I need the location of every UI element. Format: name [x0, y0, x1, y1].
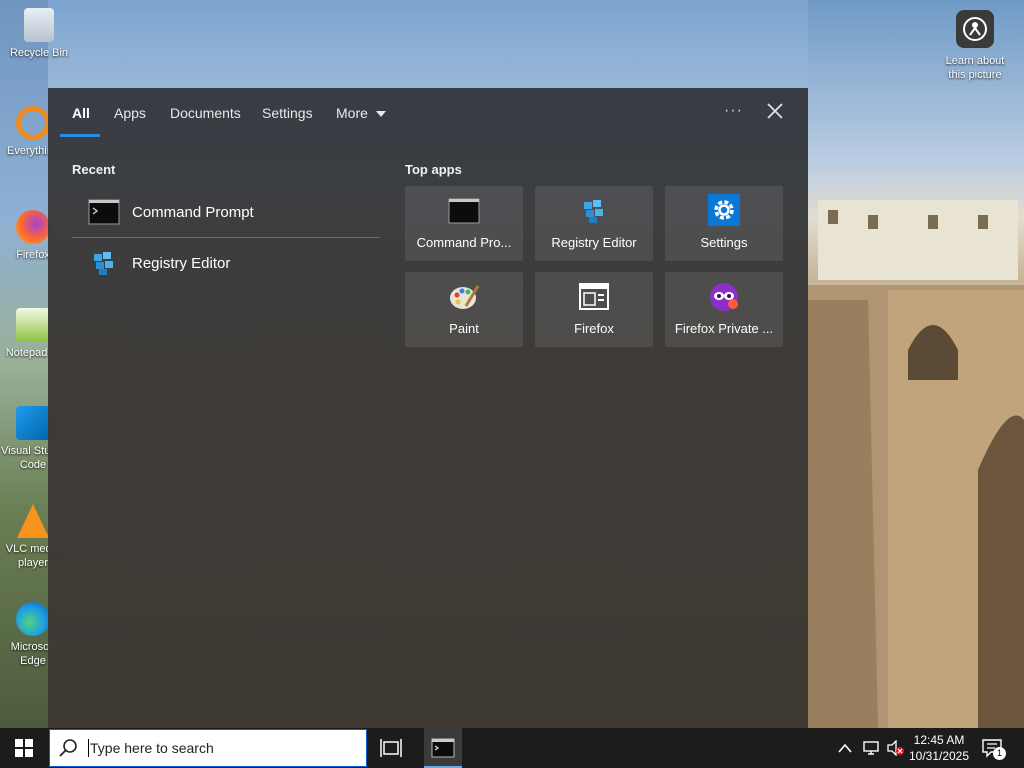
tile-label: Settings: [700, 235, 748, 250]
magnifier-icon: [16, 106, 50, 140]
volume-muted-icon[interactable]: [886, 740, 904, 756]
system-tray: [838, 728, 904, 768]
registry-icon: [94, 252, 113, 275]
top-app-firefox[interactable]: Firefox: [535, 272, 653, 347]
vlc-icon: [17, 504, 49, 538]
tile-label: Command Pro...: [416, 235, 512, 250]
registry-icon: [584, 200, 603, 223]
active-tab-indicator: [60, 134, 100, 137]
search-tabs: All Apps Documents Settings More ···: [48, 88, 808, 138]
network-icon[interactable]: [862, 740, 880, 756]
firefox-icon: [16, 210, 50, 244]
taskbar-command-prompt[interactable]: [424, 728, 462, 768]
more-options-icon[interactable]: ···: [724, 102, 743, 120]
chevron-down-icon: [375, 111, 386, 117]
search-icon: [59, 739, 77, 757]
start-button[interactable]: [0, 728, 48, 768]
learn-about-picture[interactable]: Learn about this picture: [938, 10, 1012, 82]
tab-more[interactable]: More: [336, 105, 386, 121]
notepadpp-icon: [16, 308, 50, 342]
cmd-icon: [431, 738, 455, 758]
tab-more-label: More: [336, 105, 368, 121]
desktop-icon-recycle-bin[interactable]: Recycle Bin: [4, 8, 74, 60]
recent-item-command-prompt[interactable]: Command Prompt: [88, 196, 378, 228]
top-app-firefox-private[interactable]: Firefox Private ...: [665, 272, 783, 347]
taskbar-search-box[interactable]: Type here to search: [49, 729, 367, 767]
taskbar: Type here to search 12:45 AM 10/31/2025 …: [0, 728, 1024, 768]
top-app-registry-editor[interactable]: Registry Editor: [535, 186, 653, 261]
chevron-up-icon[interactable]: [838, 743, 852, 753]
top-app-settings[interactable]: Settings: [665, 186, 783, 261]
firefox-icon: [579, 283, 609, 310]
text-caret: [88, 739, 89, 757]
recent-item-registry-editor[interactable]: Registry Editor: [88, 247, 378, 279]
tab-apps[interactable]: Apps: [114, 105, 146, 121]
recent-item-label: Command Prompt: [132, 203, 254, 221]
wallpaper-right: [808, 0, 1024, 728]
top-app-paint[interactable]: Paint: [405, 272, 523, 347]
task-view-icon[interactable]: [378, 736, 404, 760]
tab-all[interactable]: All: [72, 105, 90, 121]
vscode-icon: [16, 406, 50, 440]
clock-date: 10/31/2025: [908, 749, 970, 763]
cmd-icon: [448, 198, 480, 224]
paint-icon: [450, 285, 480, 309]
notification-badge: 1: [993, 747, 1006, 760]
windows-logo-icon: [15, 739, 33, 757]
gear-icon: [708, 194, 740, 226]
recent-item-label: Registry Editor: [132, 254, 231, 272]
search-placeholder: Type here to search: [90, 740, 214, 756]
tab-documents[interactable]: Documents: [170, 105, 241, 121]
recycle-bin-icon: [24, 8, 54, 42]
top-apps-title: Top apps: [405, 162, 462, 177]
close-icon[interactable]: [766, 102, 784, 120]
action-center-button[interactable]: 1: [982, 737, 1006, 760]
tile-label: Firefox Private ...: [674, 321, 774, 336]
recent-title: Recent: [72, 162, 116, 177]
camera-info-icon: [956, 10, 994, 48]
clock-time: 12:45 AM: [913, 733, 965, 747]
cmd-icon: [88, 199, 120, 225]
tile-label: Registry Editor: [551, 235, 637, 250]
clock[interactable]: 12:45 AM 10/31/2025: [904, 732, 974, 764]
recent-divider: [72, 237, 380, 238]
search-panel: All Apps Documents Settings More ··· Rec…: [48, 88, 808, 728]
tile-label: Firefox: [574, 321, 614, 336]
edge-icon: [16, 602, 50, 636]
firefox-private-icon: [710, 283, 738, 311]
tab-settings[interactable]: Settings: [262, 105, 313, 121]
tile-label: Paint: [449, 321, 479, 336]
top-app-command-prompt[interactable]: Command Pro...: [405, 186, 523, 261]
